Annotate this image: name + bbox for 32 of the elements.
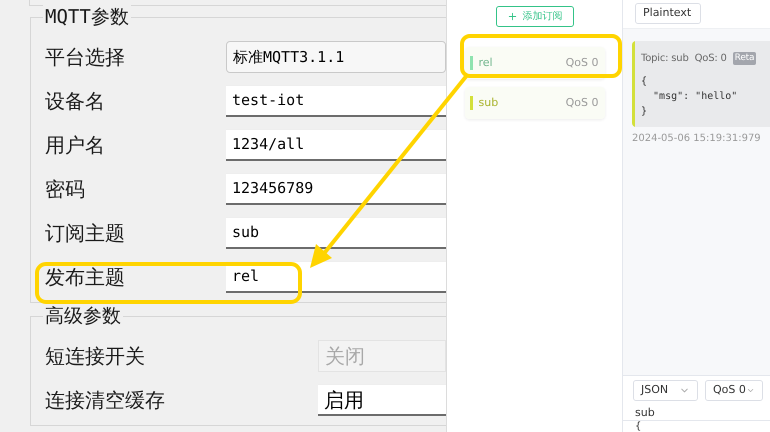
subscription-qos: QoS 0 xyxy=(566,54,598,71)
topic-field[interactable]: sub xyxy=(623,406,770,421)
field-label: 发布主题 xyxy=(45,264,126,291)
select-field[interactable]: 标准MQTT3.1.1 xyxy=(226,41,446,73)
field-label: 用户名 xyxy=(45,132,106,159)
message-timestamp: 2024-05-06 15:19:31:979 xyxy=(632,132,762,146)
message-topic: Topic: sub xyxy=(641,52,689,66)
field-label: 订阅主题 xyxy=(45,220,126,247)
retain-badge: Reta xyxy=(732,52,756,66)
group-title: MQTT参数 xyxy=(43,5,131,29)
input-field[interactable]: sub xyxy=(226,217,446,249)
format-select[interactable]: Plaintext xyxy=(635,3,701,24)
field-label: 密码 xyxy=(45,176,86,203)
field-label: 连接清空缓存 xyxy=(45,387,166,414)
message-payload: { "msg": "hello" } xyxy=(641,75,738,119)
field-label: 平台选择 xyxy=(45,44,126,71)
subscription-qos: QoS 0 xyxy=(566,94,598,111)
input-field[interactable]: 1234/all xyxy=(226,129,446,161)
field-label: 短连接开关 xyxy=(45,343,146,370)
payload-field[interactable]: { xyxy=(623,421,770,432)
input-field[interactable]: 123456789 xyxy=(226,173,446,205)
select-field[interactable]: 启用 xyxy=(318,384,446,416)
plus-icon xyxy=(506,11,518,22)
field-label: 设备名 xyxy=(45,88,106,115)
message-qos: QoS: 0 xyxy=(694,52,727,66)
format-select[interactable]: JSON xyxy=(633,380,698,401)
input-field[interactable]: test-iot xyxy=(226,85,446,117)
qos-select[interactable]: QoS 0 xyxy=(705,380,763,401)
input-field[interactable]: rel xyxy=(226,261,446,293)
subscription-topic: sub xyxy=(478,94,498,111)
group-title: 高级参数 xyxy=(43,304,123,328)
subscription-topic: rel xyxy=(478,54,493,71)
